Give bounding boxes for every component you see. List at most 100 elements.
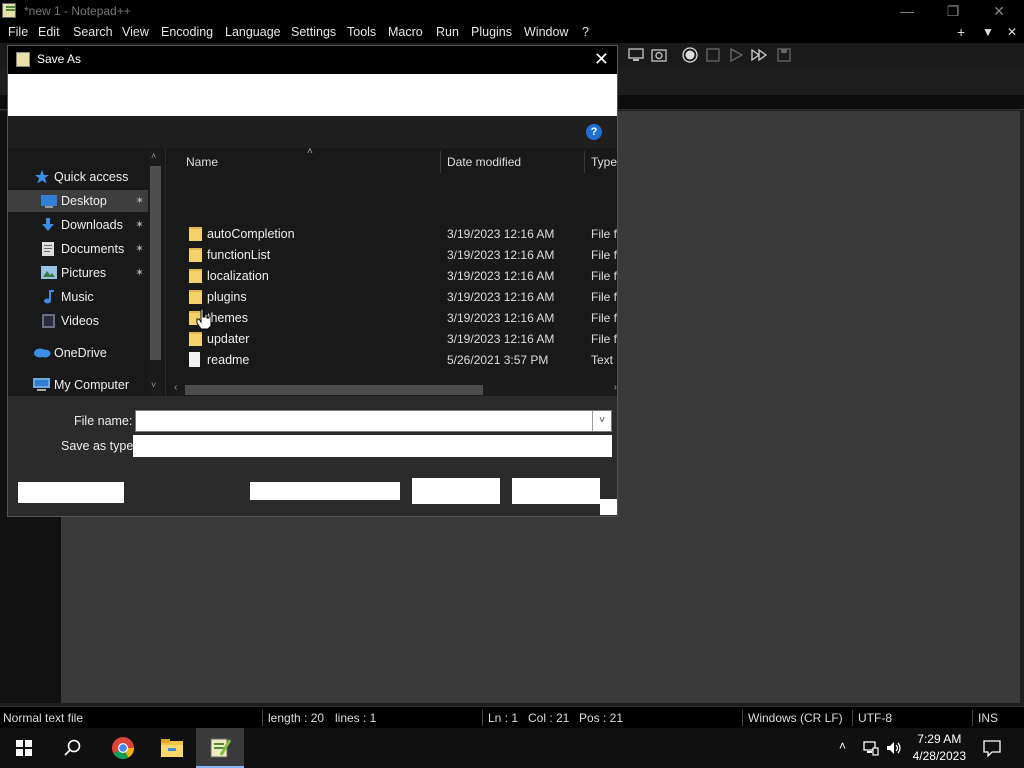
restore-button[interactable]: ❐ <box>930 0 976 22</box>
status-length: length : 20 <box>268 711 325 725</box>
nav-item-my-computer[interactable]: My Computer <box>8 374 148 396</box>
resize-grip[interactable] <box>600 499 617 515</box>
taskbar-chrome[interactable] <box>98 728 146 768</box>
clock-time: 7:29 AM <box>917 732 962 746</box>
file-type: File folder <box>591 332 617 346</box>
title-bar: *new 1 - Notepad++ — ❐ ✕ <box>0 0 1024 22</box>
menu-macro[interactable]: Macro <box>388 25 423 39</box>
dialog-title-bar: Save As ✕ <box>8 46 617 74</box>
file-row[interactable]: localization 3/19/2023 12:16 AM File folde… <box>166 266 617 287</box>
scrollbar-thumb[interactable] <box>185 385 483 395</box>
close-button[interactable]: ✕ <box>976 0 1022 22</box>
new-tab-button[interactable]: + <box>957 24 965 40</box>
notifications-icon[interactable] <box>983 740 1001 757</box>
menu-view[interactable]: View <box>122 25 149 39</box>
menu-language[interactable]: Language <box>225 25 281 39</box>
network-icon[interactable] <box>863 740 879 756</box>
clock[interactable]: 7:29 AM 4/28/2023 <box>913 731 966 765</box>
menu-help[interactable]: ? <box>582 25 589 39</box>
status-lines: lines : 1 <box>335 711 377 725</box>
close-tab-button[interactable]: ✕ <box>1007 25 1017 39</box>
search-button[interactable] <box>48 728 96 768</box>
menu-settings[interactable]: Settings <box>291 25 336 39</box>
save-macro-icon[interactable] <box>776 47 792 63</box>
taskbar-notepadpp[interactable] <box>196 728 244 768</box>
scroll-right-icon[interactable]: › <box>614 382 617 393</box>
address-bar[interactable] <box>8 74 617 116</box>
file-row[interactable]: readme 5/26/2021 3:57 PM Text Document <box>166 350 617 371</box>
tab-list-button[interactable]: ▼ <box>982 25 994 39</box>
folder-icon <box>189 269 202 283</box>
monitor-icon[interactable] <box>628 47 644 63</box>
cancel-button[interactable] <box>512 478 600 504</box>
horizontal-scrollbar[interactable]: ‹ › <box>174 382 617 396</box>
nav-item-downloads[interactable]: Downloads ✶ <box>8 214 148 236</box>
nav-item-music[interactable]: Music <box>8 286 148 308</box>
file-row[interactable]: autoCompletion 3/19/2023 12:16 AM File fol… <box>166 224 617 245</box>
file-name: themes <box>207 311 248 325</box>
command-bar: ? <box>8 116 617 148</box>
nav-item-pictures[interactable]: Pictures ✶ <box>8 262 148 284</box>
file-type: File folder <box>591 290 617 304</box>
chevron-down-icon[interactable]: ˅ <box>592 411 611 431</box>
dialog-close-button[interactable]: ✕ <box>594 49 609 70</box>
chrome-icon <box>112 737 134 759</box>
run-multiple-icon[interactable] <box>751 47 768 63</box>
folder-icon <box>189 332 202 346</box>
menu-edit[interactable]: Edit <box>38 25 60 39</box>
file-name: updater <box>207 332 250 346</box>
start-button[interactable] <box>0 728 48 768</box>
nav-item-quick-access[interactable]: Quick access <box>8 166 148 188</box>
help-icon[interactable]: ? <box>586 124 602 140</box>
menu-window[interactable]: Window <box>524 25 568 39</box>
folder-icon <box>189 290 202 304</box>
hide-folders-button[interactable] <box>18 482 124 503</box>
file-name-input[interactable]: ˅ <box>135 410 612 432</box>
music-icon <box>43 290 57 304</box>
status-insert-mode[interactable]: INS <box>978 711 998 725</box>
star-icon <box>35 170 49 184</box>
file-row[interactable]: themes 3/19/2023 12:16 AM File folder <box>166 308 617 329</box>
menu-plugins[interactable]: Plugins <box>471 25 512 39</box>
nav-item-desktop[interactable]: Desktop ✶ <box>8 190 148 212</box>
camera-icon[interactable] <box>651 47 667 63</box>
show-hidden-icons-icon[interactable]: ˄ <box>839 739 846 753</box>
save-as-dialog: Save As ✕ ? Quick access Desktop ✶ Downl… <box>7 45 618 517</box>
menu-encoding[interactable]: Encoding <box>161 25 213 39</box>
menu-search[interactable]: Search <box>73 25 113 39</box>
taskbar-file-explorer[interactable] <box>148 728 196 768</box>
file-row[interactable]: functionList 3/19/2023 12:16 AM File folde… <box>166 245 617 266</box>
minimize-button[interactable]: — <box>884 0 930 22</box>
file-row[interactable]: plugins 3/19/2023 12:16 AM File folder <box>166 287 617 308</box>
navigation-scrollbar[interactable]: ˄ ˅ <box>148 150 163 396</box>
column-header-name[interactable]: Name <box>186 155 218 169</box>
file-row[interactable]: updater 3/19/2023 12:16 AM File folder <box>166 329 617 350</box>
cloud-icon <box>33 346 51 360</box>
menu-tools[interactable]: Tools <box>347 25 376 39</box>
column-header-date[interactable]: Date modified <box>447 155 521 169</box>
nav-label: Desktop <box>61 194 107 208</box>
scroll-down-icon[interactable]: ˅ <box>151 380 156 390</box>
status-line: Ln : 1 <box>488 711 519 725</box>
volume-icon[interactable] <box>886 740 902 756</box>
nav-item-onedrive[interactable]: OneDrive <box>8 342 148 364</box>
play-macro-icon[interactable] <box>728 47 744 63</box>
status-encoding[interactable]: UTF-8 <box>858 711 892 725</box>
menu-run[interactable]: Run <box>436 25 459 39</box>
file-type: File folder <box>591 269 617 283</box>
stop-macro-icon[interactable] <box>705 47 721 63</box>
menu-file[interactable]: File <box>8 25 28 39</box>
nav-item-documents[interactable]: Documents ✶ <box>8 238 148 260</box>
scroll-left-icon[interactable]: ‹ <box>174 382 177 393</box>
save-as-type-select[interactable] <box>133 435 612 457</box>
encoding-button[interactable] <box>250 482 400 500</box>
scroll-up-icon[interactable]: ˄ <box>151 151 156 161</box>
save-button[interactable] <box>412 478 500 504</box>
nav-item-videos[interactable]: Videos <box>8 310 148 332</box>
record-macro-icon[interactable] <box>682 47 698 63</box>
scrollbar-thumb[interactable] <box>150 166 161 360</box>
file-name-value <box>137 412 592 430</box>
column-header-type[interactable]: Type <box>591 155 617 169</box>
window-title: *new 1 - Notepad++ <box>24 4 131 18</box>
status-eol[interactable]: Windows (CR LF) <box>748 711 843 725</box>
